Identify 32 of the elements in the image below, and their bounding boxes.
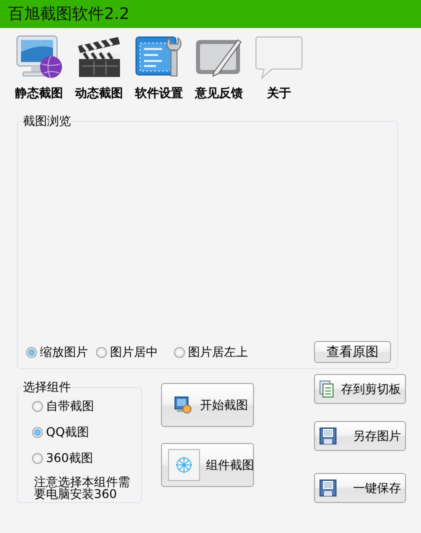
option-label: 图片居左上 xyxy=(188,344,248,360)
save-button[interactable]: 一键保存 xyxy=(314,473,406,503)
option-label: 图片居中 xyxy=(110,344,158,360)
window-title: 百旭截图软件2.2 xyxy=(7,3,130,25)
toolbar-button[interactable]: 意见反馈 xyxy=(190,34,248,105)
snowflake-icon xyxy=(168,449,200,481)
screen-capture-icon xyxy=(174,396,192,414)
save-button[interactable]: 另存图片 xyxy=(314,421,406,451)
option-label: 自带截图 xyxy=(46,398,94,415)
option-label: 缩放图片 xyxy=(40,344,88,360)
radio-button[interactable] xyxy=(26,346,37,358)
document-icon xyxy=(319,380,335,398)
capture-button[interactable]: 组件截图 xyxy=(161,443,254,487)
option-label: 360截图 xyxy=(46,450,93,467)
speech-bubble-icon xyxy=(254,34,304,80)
option-label: QQ截图 xyxy=(46,424,89,441)
monitor-globe-icon xyxy=(14,34,64,80)
radio-button[interactable] xyxy=(174,346,185,358)
group-title: 选择组件 xyxy=(22,379,72,396)
toolbar-button[interactable]: 关于 xyxy=(250,34,308,105)
note-text: 注意选择本组件需要电脑安装360 xyxy=(34,476,130,500)
radio-button[interactable] xyxy=(96,346,107,358)
save-button[interactable]: 存到剪切板 xyxy=(314,374,406,404)
toolbar-button[interactable]: 静态截图 xyxy=(10,34,68,105)
panel-title: 截图浏览 xyxy=(22,113,72,130)
view-original-button[interactable]: 查看原图 xyxy=(314,341,391,363)
radio-button[interactable] xyxy=(32,401,43,412)
radio-button[interactable] xyxy=(32,427,43,438)
capture-button[interactable]: 开始截图 xyxy=(161,383,254,427)
radio-button[interactable] xyxy=(32,453,43,464)
toolbar-button[interactable]: 软件设置 xyxy=(130,34,188,105)
toolbar-button[interactable]: 动态截图 xyxy=(70,34,128,105)
